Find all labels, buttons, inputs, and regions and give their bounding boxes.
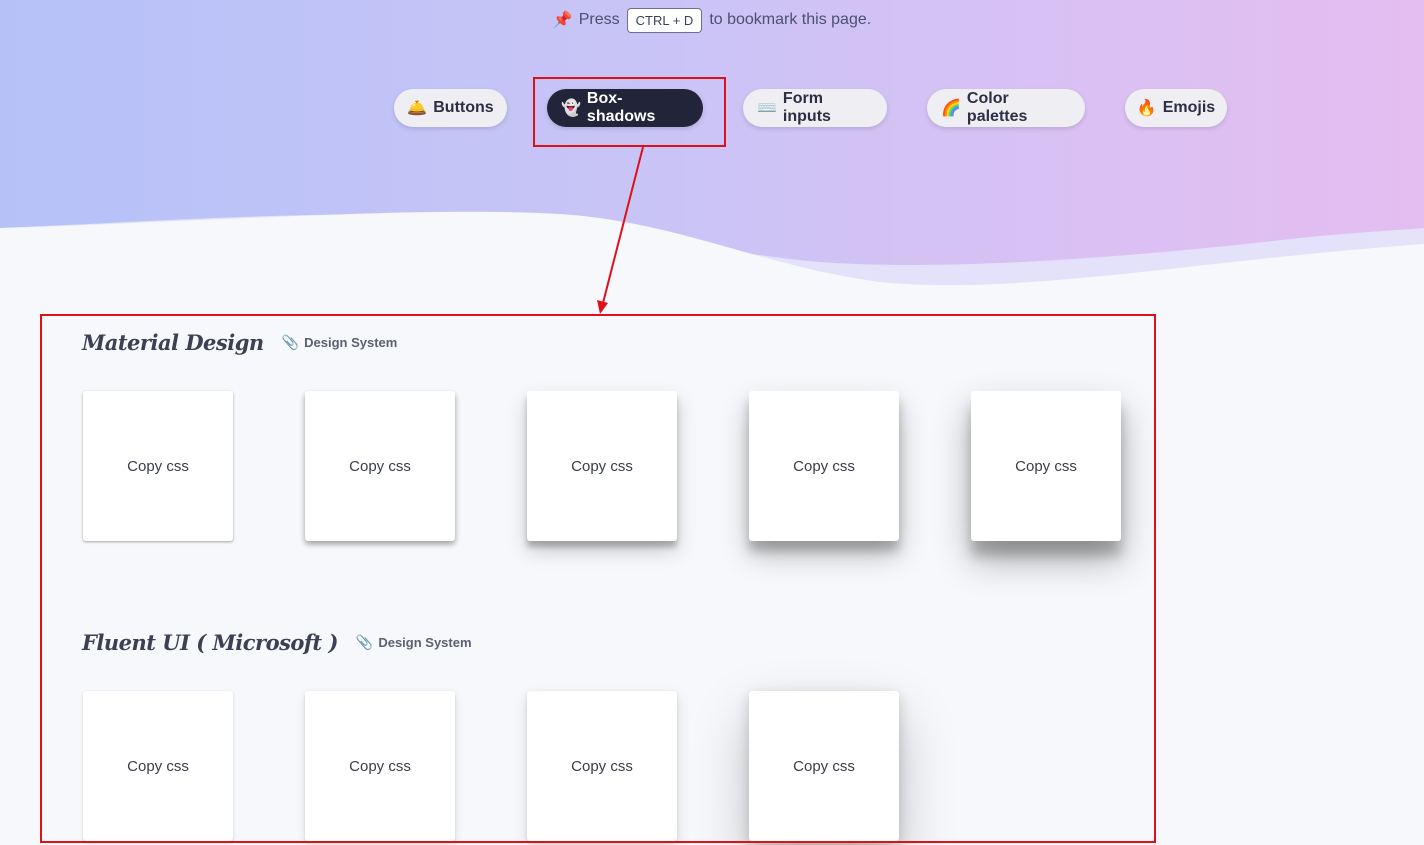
- keyboard-shortcut-badge: CTRL + D: [626, 7, 703, 33]
- nav-pill-color-palettes[interactable]: 🌈 Color palettes: [927, 89, 1085, 127]
- bookmark-press-text: Press: [578, 11, 620, 28]
- bookmark-suffix-text: to bookmark this page.: [709, 11, 872, 28]
- nav-pill-form-inputs[interactable]: ⌨️ Form inputs: [743, 89, 887, 127]
- nav-pill-label: Box-shadows: [586, 90, 656, 125]
- keyboard-icon: ⌨️: [757, 100, 777, 117]
- bellhop-bell-icon: 🛎️: [407, 100, 428, 117]
- design-system-tag: 📎 Design System: [356, 634, 472, 651]
- shadow-card-copy-css-button[interactable]: Copy css: [305, 391, 455, 541]
- shadow-card-copy-css-button[interactable]: Copy css: [971, 391, 1121, 541]
- section-title-fluent-ui: Fluent UI ( Microsoft ) 📎 Design System: [82, 630, 472, 655]
- section-heading: Fluent UI ( Microsoft ): [82, 630, 338, 655]
- paperclip-icon: 📎: [281, 334, 300, 350]
- nav-pill-box-shadows[interactable]: 👻 Box-shadows: [547, 89, 703, 127]
- bookmark-hint: 📌 Press CTRL + D to bookmark this page.: [0, 6, 1424, 34]
- shadow-card-copy-css-button[interactable]: Copy css: [749, 391, 899, 541]
- shadow-card-copy-css-button[interactable]: Copy css: [83, 691, 233, 841]
- rainbow-icon: 🌈: [941, 100, 961, 117]
- shadow-card-copy-css-button[interactable]: Copy css: [527, 691, 677, 841]
- shadow-card-copy-css-button[interactable]: Copy css: [83, 391, 233, 541]
- ghost-icon: 👻: [561, 100, 581, 117]
- shadow-card-copy-css-button[interactable]: Copy css: [305, 691, 455, 841]
- pushpin-icon: 📌: [552, 12, 573, 29]
- tag-label: Design System: [304, 335, 398, 350]
- category-nav: 🛎️ Buttons 👻 Box-shadows ⌨️ Form inputs …: [0, 89, 1424, 127]
- nav-pill-label: Buttons: [433, 99, 494, 116]
- shadow-card-copy-css-button[interactable]: Copy css: [527, 391, 677, 541]
- hero-wave-decoration: [0, 211, 1424, 320]
- design-system-tag: 📎 Design System: [282, 334, 398, 351]
- nav-pill-label: Form inputs: [782, 90, 831, 125]
- nav-pill-label: Emojis: [1162, 99, 1216, 116]
- nav-pill-label: Color palettes: [966, 90, 1028, 125]
- section-title-material-design: Material Design 📎 Design System: [82, 330, 397, 355]
- fire-icon: 🔥: [1136, 100, 1157, 117]
- nav-pill-emojis[interactable]: 🔥 Emojis: [1125, 89, 1227, 127]
- tag-label: Design System: [378, 635, 472, 650]
- section-heading: Material Design: [82, 330, 264, 355]
- page: 📌 Press CTRL + D to bookmark this page. …: [0, 0, 1424, 845]
- nav-pill-buttons[interactable]: 🛎️ Buttons: [394, 89, 507, 127]
- paperclip-icon: 📎: [355, 634, 374, 650]
- shadow-card-copy-css-button[interactable]: Copy css: [749, 691, 899, 841]
